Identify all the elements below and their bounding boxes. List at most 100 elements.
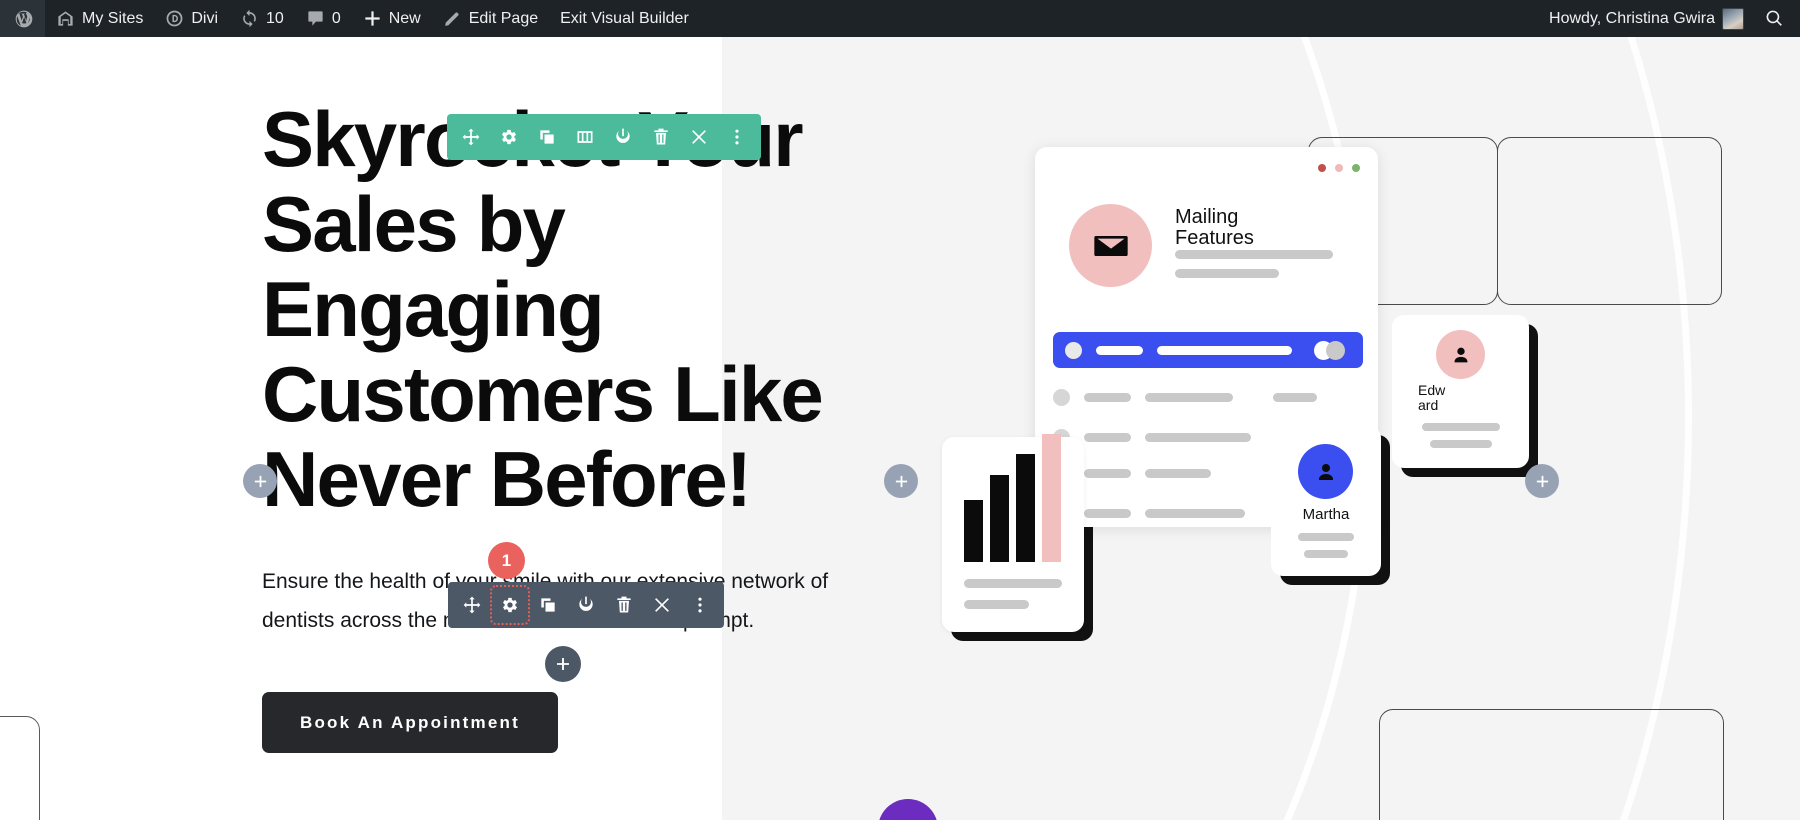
trash-icon[interactable] (607, 588, 641, 622)
wordpress-icon (14, 9, 34, 29)
placeholder-bar (1175, 269, 1279, 278)
admin-bar-item-new[interactable]: New (352, 0, 432, 37)
gear-icon[interactable] (490, 585, 530, 625)
outline-frame (1379, 709, 1724, 820)
admin-bar-item-comments[interactable]: 0 (295, 0, 352, 37)
profile-name: Edw ard (1418, 382, 1446, 413)
placeholder-bar (1157, 345, 1292, 355)
howdy-label: Howdy, Christina Gwira (1549, 9, 1715, 27)
admin-bar-item-divi[interactable]: Divi (154, 0, 229, 37)
window-dot-red (1318, 164, 1326, 172)
placeholder-bar (964, 579, 1062, 588)
placeholder-bar (1145, 509, 1245, 518)
list-item (1053, 389, 1317, 406)
mail-card-title: Mailing Features (1175, 206, 1254, 249)
admin-bar-label: My Sites (82, 9, 144, 27)
admin-bar-item-edit-page[interactable]: Edit Page (432, 0, 549, 37)
add-row-button[interactable] (243, 464, 277, 498)
chat-fab-button[interactable] (878, 799, 938, 820)
add-row-button[interactable] (884, 464, 918, 498)
profile-card-martha: Martha (1271, 426, 1390, 585)
placeholder-bar (1145, 469, 1211, 478)
placeholder-bar (1084, 393, 1131, 402)
outline-frame (1497, 137, 1722, 305)
add-module-button[interactable] (545, 646, 581, 682)
admin-bar-search-button[interactable] (1755, 0, 1800, 37)
row-toggle (1326, 340, 1345, 360)
placeholder-bar (1422, 423, 1500, 431)
chart-bar (990, 475, 1009, 562)
book-appointment-button[interactable]: Book An Appointment (262, 692, 558, 753)
plus-icon (363, 9, 382, 28)
wordpress-logo-button[interactable] (0, 0, 45, 37)
trash-icon[interactable] (644, 120, 678, 154)
admin-bar-label: Divi (191, 9, 219, 27)
admin-bar-item-exit-visual-builder[interactable]: Exit Visual Builder (549, 0, 700, 37)
duplicate-icon[interactable] (531, 588, 565, 622)
columns-icon[interactable] (568, 120, 602, 154)
admin-bar-label: Edit Page (468, 9, 539, 27)
outline-frame (0, 716, 40, 820)
chart-bar (964, 500, 983, 562)
duplicate-icon[interactable] (530, 120, 564, 154)
divi-icon (165, 9, 184, 28)
person-icon (1436, 330, 1485, 379)
placeholder-bar (1175, 250, 1333, 259)
placeholder-bar (1298, 533, 1354, 541)
wp-admin-bar: My Sites Divi 10 0 New Edit Page Exit Vi… (0, 0, 1800, 37)
placeholder-bar (1084, 509, 1131, 518)
more-horizontal-icon[interactable] (878, 799, 938, 820)
profile-card-edward: Edw ard (1392, 315, 1538, 477)
placeholder-bar (1145, 433, 1251, 442)
move-icon[interactable] (455, 588, 489, 622)
close-icon[interactable] (682, 120, 716, 154)
admin-bar-label: New (388, 9, 421, 27)
power-icon[interactable] (606, 120, 640, 154)
comments-icon (306, 9, 325, 28)
admin-bar-item-my-sites[interactable]: My Sites (45, 0, 154, 37)
gear-icon[interactable] (492, 120, 526, 154)
list-item (1053, 429, 1305, 446)
window-dot-green (1352, 164, 1360, 172)
row-tail (1314, 340, 1345, 360)
add-row-button[interactable] (1525, 464, 1559, 498)
admin-bar-label: Exit Visual Builder (560, 9, 689, 27)
close-icon[interactable] (645, 588, 679, 622)
admin-bar-label: 0 (331, 9, 341, 27)
pencil-icon (443, 9, 462, 28)
placeholder-bar (964, 600, 1029, 609)
person-icon (1298, 444, 1353, 499)
placeholder-bar (1304, 550, 1348, 558)
divi-module-toolbar[interactable] (448, 582, 724, 628)
module-count-badge: 1 (488, 542, 525, 579)
chart-bar (1016, 454, 1035, 562)
analytics-chart-card (942, 434, 1093, 641)
chart-bar-accent (1042, 434, 1061, 562)
highlighted-list-row (1053, 332, 1363, 368)
placeholder-bar (1430, 440, 1492, 448)
admin-bar-account-menu[interactable]: Howdy, Christina Gwira (1538, 0, 1755, 37)
placeholder-bar (1096, 345, 1143, 355)
more-vertical-icon[interactable] (720, 120, 754, 154)
placeholder-bar (1084, 433, 1131, 442)
window-dot-pink (1335, 164, 1343, 172)
window-dots (1318, 164, 1360, 172)
divi-section-toolbar[interactable] (447, 114, 761, 160)
row-avatar (1065, 341, 1082, 359)
page-canvas: Mailing Features Martha Edw ard Skyrocke… (0, 37, 1800, 820)
search-icon (1765, 9, 1784, 28)
placeholder-bar (1273, 393, 1317, 402)
profile-name: Martha (1302, 506, 1350, 523)
admin-bar-item-updates[interactable]: 10 (229, 0, 295, 37)
updates-icon (240, 9, 259, 28)
more-vertical-icon[interactable] (683, 588, 717, 622)
sites-icon (56, 9, 75, 28)
power-icon[interactable] (569, 588, 603, 622)
move-icon[interactable] (454, 120, 488, 154)
page-title: Skyrocket Your Sales by Engaging Custome… (262, 95, 824, 523)
placeholder-bar (1145, 393, 1233, 402)
avatar (1722, 7, 1744, 30)
envelope-icon (1069, 204, 1152, 287)
placeholder-bar (1084, 469, 1131, 478)
admin-bar-label: 10 (266, 9, 284, 27)
